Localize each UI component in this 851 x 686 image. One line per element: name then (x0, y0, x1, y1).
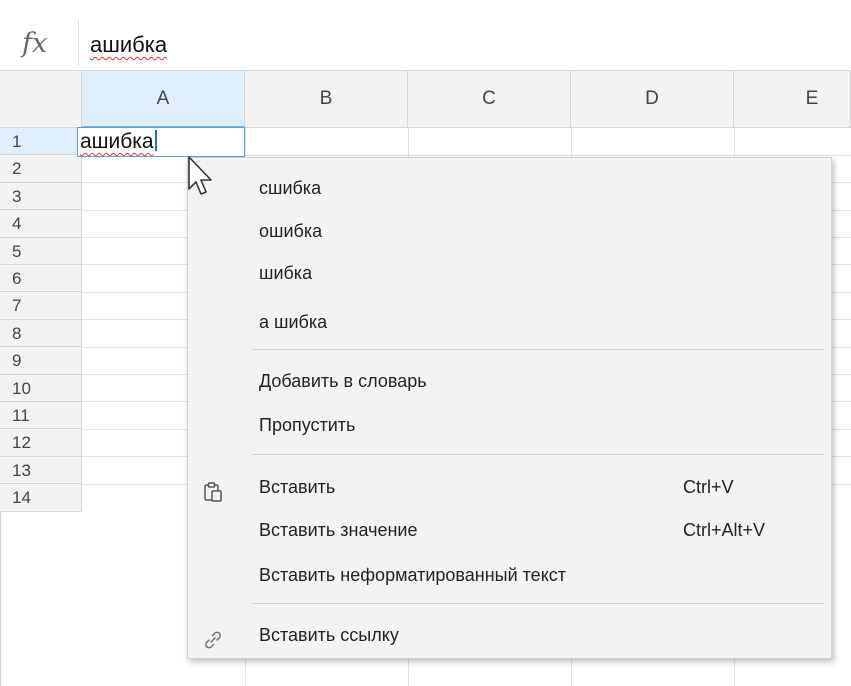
row-header-3[interactable]: 3 (0, 182, 82, 211)
formula-bar-divider (78, 20, 79, 66)
row-header-2[interactable]: 2 (0, 155, 82, 183)
menu-item-label: а шибка (259, 312, 328, 332)
menu-item-suggestion-1[interactable]: сшибка (188, 168, 831, 208)
row-header-11[interactable]: 11 (0, 402, 82, 430)
row-header-7[interactable]: 7 (0, 292, 82, 320)
menu-item-label: шибка (259, 263, 313, 283)
menu-item-label: Вставить неформатированный текст (259, 565, 567, 585)
cell-edit-text[interactable]: ашибка (80, 129, 157, 155)
cell-value: ашибка (80, 130, 154, 153)
menu-item-label: Пропустить (259, 415, 356, 435)
menu-item-label: ошибка (259, 221, 323, 241)
text-caret (154, 130, 157, 151)
menu-item-label: Вставить (259, 477, 336, 497)
column-header-a[interactable]: A (82, 71, 245, 128)
clipboard-icon (202, 477, 224, 502)
link-icon (202, 625, 224, 649)
row-header-12[interactable]: 12 (0, 429, 82, 457)
row-header-6[interactable]: 6 (0, 265, 82, 293)
row-header-13[interactable]: 13 (0, 456, 82, 485)
row-header-8[interactable]: 8 (0, 319, 82, 348)
row-header-10[interactable]: 10 (0, 374, 82, 402)
menu-item-skip[interactable]: Пропустить (188, 405, 831, 445)
menu-item-paste-unformatted[interactable]: Вставить неформатированный текст (188, 555, 831, 595)
column-header-d[interactable]: D (571, 71, 734, 128)
menu-item-label: Вставить значение (259, 520, 418, 540)
menu-item-suggestion-3[interactable]: шибка (188, 253, 831, 293)
select-all-corner[interactable] (0, 71, 82, 128)
row-header-9[interactable]: 9 (0, 347, 82, 375)
menu-item-add-to-dictionary[interactable]: Добавить в словарь (188, 361, 831, 401)
menu-separator (252, 603, 824, 604)
menu-separator (252, 454, 824, 455)
column-header-b[interactable]: B (245, 71, 408, 128)
column-header-c[interactable]: C (408, 71, 571, 128)
mouse-pointer-icon (188, 156, 212, 195)
row-header-14[interactable]: 14 (0, 484, 82, 512)
menu-item-paste-value[interactable]: Вставить значение Ctrl+Alt+V (188, 510, 831, 550)
row-header-5[interactable]: 5 (0, 237, 82, 265)
formula-bar: fx ашибка (0, 0, 851, 71)
menu-item-shortcut: Ctrl+Alt+V (683, 520, 766, 540)
formula-input[interactable]: ашибка (90, 30, 167, 60)
active-cell-a1[interactable]: ашибка (77, 127, 245, 157)
row-header-1[interactable]: 1 (0, 128, 82, 156)
menu-item-suggestion-2[interactable]: ошибка (188, 211, 831, 251)
function-icon[interactable]: fx (22, 26, 47, 62)
menu-item-label: Добавить в словарь (259, 371, 427, 391)
menu-item-shortcut: Ctrl+V (683, 477, 734, 497)
menu-item-label: Вставить ссылку (259, 625, 399, 645)
menu-item-label: сшибка (259, 178, 322, 198)
context-menu: сшибка ошибка шибка а шибка Добавить в с… (187, 157, 832, 659)
menu-item-suggestion-4[interactable]: а шибка (188, 302, 831, 342)
column-header-e[interactable]: E (734, 71, 851, 128)
menu-separator (252, 349, 824, 350)
row-header-4[interactable]: 4 (0, 210, 82, 238)
menu-item-paste-link[interactable]: Вставить ссылку (188, 615, 831, 655)
menu-item-paste[interactable]: Вставить Ctrl+V (188, 467, 831, 507)
